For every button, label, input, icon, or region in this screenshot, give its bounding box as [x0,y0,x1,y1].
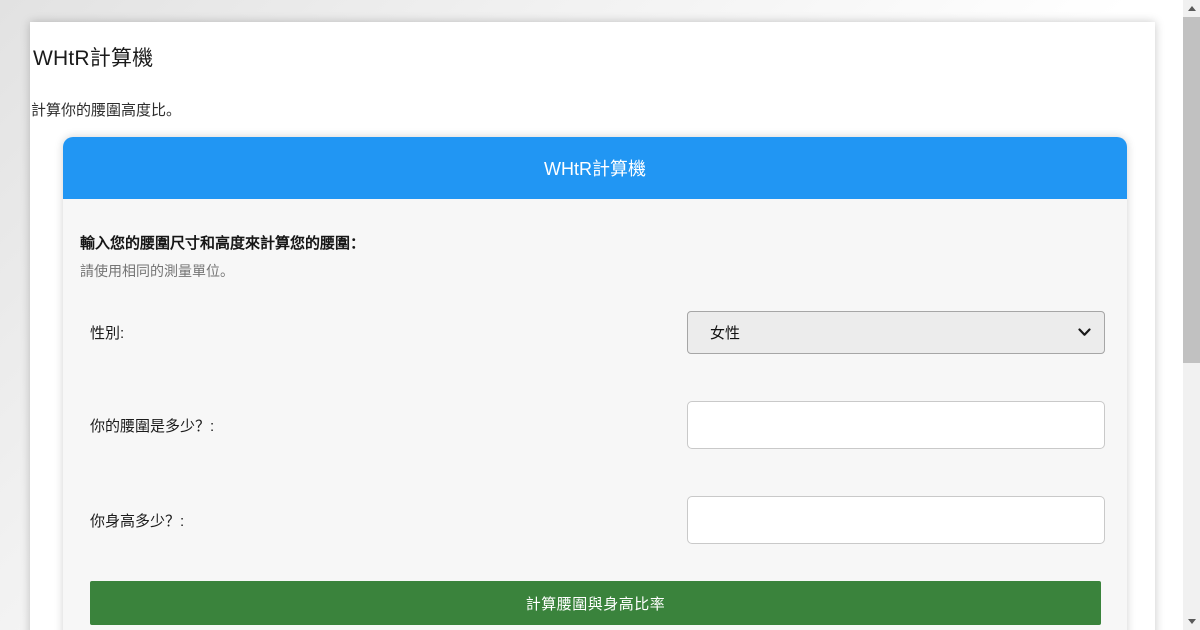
height-label: 你身高多少？: [90,512,185,530]
gender-label: 性別: [90,325,125,342]
calculate-button[interactable]: 計算腰圍與身高比率 [90,581,1101,625]
gender-select-value: 女性 [710,325,741,342]
waist-input[interactable] [687,401,1105,449]
chevron-down-icon [1078,328,1091,337]
scrollbar-up-button[interactable] [1183,0,1200,17]
waist-label: 你的腰圍是多少？: [90,417,215,435]
vertical-scrollbar[interactable] [1183,0,1200,630]
gender-row: 性別: 女性 [90,311,1105,354]
page-container: WHtR計算機 計算你的腰圍高度比。 WHtR計算機 輸入您的腰圍尺寸和高度來計… [30,22,1155,630]
browser-viewport: WHtR計算機 計算你的腰圍高度比。 WHtR計算機 輸入您的腰圍尺寸和高度來計… [0,0,1200,630]
scrollbar-down-button[interactable] [1183,613,1200,630]
calculator-card-body: 輸入您的腰圍尺寸和高度來計算您的腰圍： 請使用相同的測量單位。 性別: 女性 你… [63,199,1127,630]
height-input[interactable] [687,496,1105,544]
whtr-calculator-card: WHtR計算機 輸入您的腰圍尺寸和高度來計算您的腰圍： 請使用相同的測量單位。 … [63,137,1127,630]
triangle-down-icon [1187,619,1196,624]
intro-note: 請使用相同的測量單位。 [80,263,234,279]
calculator-card-header: WHtR計算機 [63,137,1127,199]
page-title: WHtR計算機 [33,47,154,70]
calculator-card-title: WHtR計算機 [544,159,646,179]
page-subtitle: 計算你的腰圍高度比。 [31,102,182,119]
gender-select[interactable]: 女性 [687,311,1105,354]
triangle-up-icon [1187,6,1196,11]
waist-row: 你的腰圍是多少？: [90,401,1105,449]
scrollbar-thumb[interactable] [1183,17,1200,363]
height-row: 你身高多少？: [90,496,1105,544]
intro-instruction: 輸入您的腰圍尺寸和高度來計算您的腰圍： [80,235,366,252]
